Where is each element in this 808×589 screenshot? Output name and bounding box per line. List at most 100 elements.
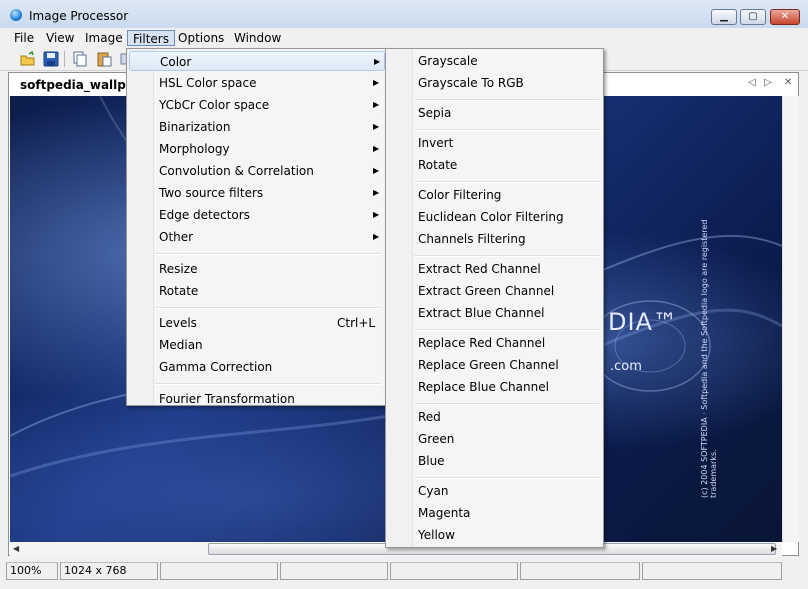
menu-item-median[interactable]: Median — [129, 335, 385, 355]
status-zoom: 100% — [6, 562, 58, 580]
watermark-copyright: (c) 2004 SOFTPEDIA · Softpedia and the S… — [700, 219, 718, 498]
submenu-item-extract-red-channel[interactable]: Extract Red Channel — [388, 259, 603, 279]
menu-item-label: Rotate — [159, 284, 199, 298]
menu-item-label: Grayscale To RGB — [418, 76, 524, 90]
menu-item-gamma-correction[interactable]: Gamma Correction — [129, 357, 385, 377]
menu-item-label: Red — [418, 410, 441, 424]
submenu-item-euclidean-color-filtering[interactable]: Euclidean Color Filtering — [388, 207, 603, 227]
close-button[interactable]: ✕ — [770, 9, 800, 25]
scroll-left-icon[interactable]: ◀ — [13, 544, 19, 553]
menu-window[interactable]: Window — [229, 30, 286, 46]
submenu-item-replace-green-channel[interactable]: Replace Green Channel — [388, 355, 603, 375]
close-icon: ✕ — [780, 11, 790, 22]
tab-close-icon[interactable]: ✕ — [784, 77, 792, 88]
menu-item-label: Median — [159, 338, 203, 352]
menu-item-label: Invert — [418, 136, 454, 150]
submenu-item-extract-green-channel[interactable]: Extract Green Channel — [388, 281, 603, 301]
menu-separator — [414, 99, 599, 101]
menu-item-fourier-transformation[interactable]: Fourier Transformation — [129, 389, 385, 409]
menu-item-resize[interactable]: Resize — [129, 259, 385, 279]
menu-separator — [414, 129, 599, 131]
menu-item-label: Color — [160, 55, 192, 69]
menu-file[interactable]: File — [9, 30, 39, 46]
menu-separator — [155, 253, 381, 255]
menu-separator — [414, 403, 599, 405]
menu-item-convolution-and-correlation[interactable]: Convolution & Correlation ▶ — [129, 161, 385, 181]
submenu-item-yellow[interactable]: Yellow — [388, 525, 603, 545]
menu-item-label: Green — [418, 432, 455, 446]
menu-item-label: Other — [159, 230, 194, 244]
menu-item-label: Extract Blue Channel — [418, 306, 545, 320]
submenu-arrow-icon: ▶ — [373, 210, 380, 219]
menu-shortcut: Ctrl+L — [337, 316, 376, 330]
menu-item-hsl-color-space[interactable]: HSL Color space ▶ — [129, 73, 385, 93]
submenu-item-magenta[interactable]: Magenta — [388, 503, 603, 523]
menu-item-label: Gamma Correction — [159, 360, 273, 374]
scroll-right-icon[interactable]: ▶ — [771, 544, 777, 553]
menu-item-label: Replace Green Channel — [418, 358, 559, 372]
vertical-scrollbar[interactable] — [782, 96, 799, 542]
menu-separator — [414, 477, 599, 479]
menu-item-label: Rotate — [418, 158, 458, 172]
minimize-button[interactable]: ▁ — [711, 9, 737, 25]
filters-menu: Color ▶ HSL Color space ▶ YCbCr Color space ▶… — [126, 48, 386, 406]
menu-image[interactable]: Image — [80, 30, 128, 46]
menu-item-label: Replace Blue Channel — [418, 380, 549, 394]
maximize-button[interactable]: ▢ — [740, 9, 766, 25]
watermark-logo: DIA™ — [608, 308, 678, 336]
menu-separator — [414, 255, 599, 257]
menu-item-other[interactable]: Other ▶ — [129, 227, 385, 247]
menu-item-label: Fourier Transformation — [159, 392, 295, 406]
menu-item-morphology[interactable]: Morphology ▶ — [129, 139, 385, 159]
window-title: Image Processor — [29, 9, 129, 23]
submenu-item-green[interactable]: Green — [388, 429, 603, 449]
menu-item-two-source-filters[interactable]: Two source filters ▶ — [129, 183, 385, 203]
status-cell — [390, 562, 518, 580]
menu-item-label: Magenta — [418, 506, 471, 520]
title-bar[interactable]: Image Processor ▁ ▢ ✕ — [0, 0, 808, 28]
submenu-item-rotate[interactable]: Rotate — [388, 155, 603, 175]
watermark-domain: .com — [610, 359, 642, 374]
submenu-item-extract-blue-channel[interactable]: Extract Blue Channel — [388, 303, 603, 323]
submenu-item-grayscale[interactable]: Grayscale — [388, 51, 603, 71]
menu-item-ycbcr-color-space[interactable]: YCbCr Color space ▶ — [129, 95, 385, 115]
submenu-item-replace-red-channel[interactable]: Replace Red Channel — [388, 333, 603, 353]
menu-item-label: Binarization — [159, 120, 231, 134]
tab-next-icon[interactable]: ▷ — [764, 77, 772, 88]
menu-view[interactable]: View — [41, 30, 79, 46]
tab-prev-icon[interactable]: ◁ — [748, 77, 756, 88]
menu-item-binarization[interactable]: Binarization ▶ — [129, 117, 385, 137]
submenu-item-red[interactable]: Red — [388, 407, 603, 427]
submenu-item-cyan[interactable]: Cyan — [388, 481, 603, 501]
paste-icon[interactable] — [96, 51, 112, 67]
status-image-size: 1024 x 768 — [60, 562, 158, 580]
open-folder-icon[interactable] — [20, 50, 36, 67]
menu-options[interactable]: Options — [173, 30, 229, 46]
toolbar-separator — [64, 51, 65, 67]
status-cell — [520, 562, 640, 580]
menu-bar: File View Image Filters Options Window — [0, 28, 808, 48]
menu-item-label: Blue — [418, 454, 445, 468]
submenu-item-replace-blue-channel[interactable]: Replace Blue Channel — [388, 377, 603, 397]
submenu-arrow-icon: ▶ — [373, 188, 380, 197]
submenu-item-sepia[interactable]: Sepia — [388, 103, 603, 123]
menu-item-label: Yellow — [418, 528, 455, 542]
menu-item-label: Levels — [159, 316, 197, 330]
save-icon[interactable] — [43, 51, 59, 67]
menu-item-color[interactable]: Color ▶ — [129, 51, 385, 71]
menu-item-label: Morphology — [159, 142, 230, 156]
submenu-item-color-filtering[interactable]: Color Filtering — [388, 185, 603, 205]
menu-item-label: Extract Green Channel — [418, 284, 555, 298]
submenu-item-grayscale-to-rgb[interactable]: Grayscale To RGB — [388, 73, 603, 93]
menu-item-rotate[interactable]: Rotate — [129, 281, 385, 301]
submenu-item-blue[interactable]: Blue — [388, 451, 603, 471]
submenu-item-invert[interactable]: Invert — [388, 133, 603, 153]
app-icon — [10, 9, 22, 21]
menu-item-label: Two source filters — [159, 186, 264, 200]
menu-filters[interactable]: Filters — [127, 30, 175, 46]
submenu-item-channels-filtering[interactable]: Channels Filtering — [388, 229, 603, 249]
menu-item-edge-detectors[interactable]: Edge detectors ▶ — [129, 205, 385, 225]
copy-icon[interactable] — [72, 51, 88, 67]
menu-item-levels[interactable]: Levels Ctrl+L — [129, 313, 385, 333]
maximize-icon: ▢ — [748, 11, 758, 22]
